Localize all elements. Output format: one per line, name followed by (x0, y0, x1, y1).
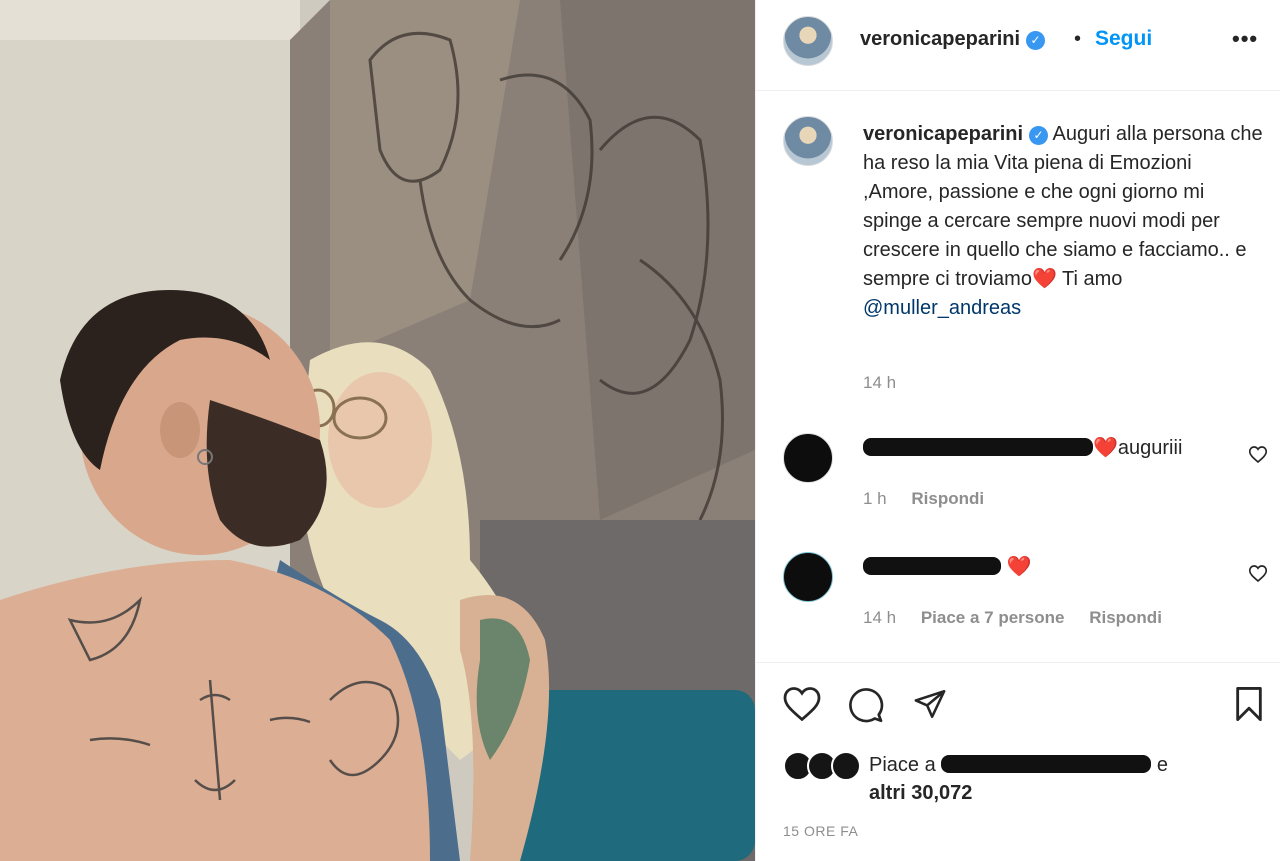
comment-icon[interactable] (847, 687, 885, 728)
caption-timestamp[interactable]: 14 h (863, 373, 896, 393)
mention-link[interactable]: @muller_andreas (863, 297, 1021, 319)
likes-line: Piace a e (869, 754, 1168, 777)
liker-avatar (831, 751, 861, 781)
share-icon[interactable] (912, 687, 948, 726)
caption-body-end: Ti amo (1056, 268, 1123, 290)
reply-button[interactable]: Rispondi (1089, 608, 1162, 627)
comment-like-heart-icon[interactable] (1248, 565, 1268, 587)
comment-line: ❤️ (863, 554, 1031, 579)
post-photo[interactable] (0, 0, 755, 861)
redacted-liker-username[interactable] (941, 755, 1152, 773)
comment-meta: 1 h Rispondi (863, 489, 1004, 509)
red-heart-emoji: ❤️ (1093, 437, 1118, 459)
post-actions: Piace a e altri 30,072 15 ORE FA (756, 662, 1280, 861)
comment-item: ❤️ 14 h Piace a 7 persone Rispondi (783, 552, 1268, 642)
verified-badge-icon: ✓ (1026, 31, 1046, 50)
post-header: veronicapeparini ✓ • Segui ••• (756, 0, 1280, 91)
caption-owner-avatar[interactable] (783, 116, 833, 166)
likes-prefix: Piace a (869, 754, 936, 776)
post-side-panel: veronicapeparini ✓ • Segui ••• veronicape… (755, 0, 1280, 861)
follow-button[interactable]: Segui (1095, 27, 1152, 51)
post-photo-illustration (0, 0, 755, 861)
red-heart-emoji: ❤️ (1031, 268, 1057, 290)
verified-badge-icon: ✓ (1029, 126, 1049, 145)
caption-body: Auguri alla persona che ha reso la mia V… (863, 123, 1263, 290)
caption-text: veronicapeparini ✓ Auguri alla persona ch… (863, 120, 1263, 323)
commenter-avatar[interactable] (783, 433, 833, 483)
separator-dot: • (1074, 28, 1082, 50)
commenter-avatar[interactable] (783, 552, 833, 602)
bookmark-icon[interactable] (1234, 687, 1264, 726)
comment-item: ❤️auguriii 1 h Rispondi (783, 433, 1268, 523)
reply-button[interactable]: Rispondi (911, 489, 984, 508)
comment-likes-link[interactable]: Piace a 7 persone (921, 608, 1065, 627)
comment-time[interactable]: 1 h (863, 489, 887, 508)
comment-text: auguriii (1117, 437, 1183, 459)
redacted-username[interactable] (863, 438, 1093, 456)
likes-suffix: e (1156, 754, 1168, 776)
comment-line: ❤️auguriii (863, 435, 1182, 460)
more-options-icon[interactable]: ••• (1232, 26, 1258, 52)
liker-avatars[interactable] (783, 751, 861, 781)
owner-avatar[interactable] (783, 16, 833, 66)
comment-like-heart-icon[interactable] (1248, 446, 1268, 468)
likes-count-link[interactable]: altri 30,072 (869, 782, 972, 805)
comment-time[interactable]: 14 h (863, 608, 896, 627)
comment-meta: 14 h Piace a 7 persone Rispondi (863, 608, 1182, 628)
caption-username-link[interactable]: veronicapeparini (863, 123, 1023, 145)
like-heart-icon[interactable] (783, 687, 821, 726)
red-heart-emoji: ❤️ (1006, 556, 1032, 578)
owner-username-link[interactable]: veronicapeparini ✓ (860, 28, 1046, 51)
post-date[interactable]: 15 ORE FA (783, 823, 858, 839)
redacted-username[interactable] (863, 557, 1001, 575)
